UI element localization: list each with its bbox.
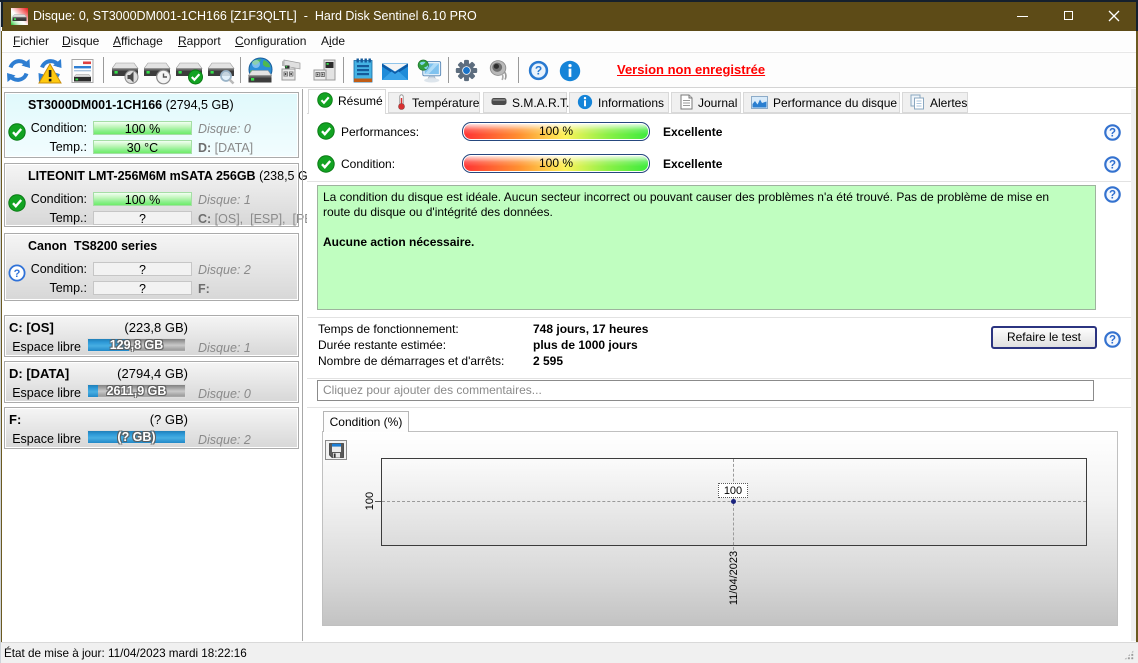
svg-text:?: ?	[1109, 190, 1116, 202]
svg-text:?: ?	[1109, 160, 1116, 172]
svg-text:?: ?	[1109, 128, 1116, 140]
svg-text:?: ?	[1109, 335, 1116, 347]
svg-text:?: ?	[535, 64, 542, 78]
